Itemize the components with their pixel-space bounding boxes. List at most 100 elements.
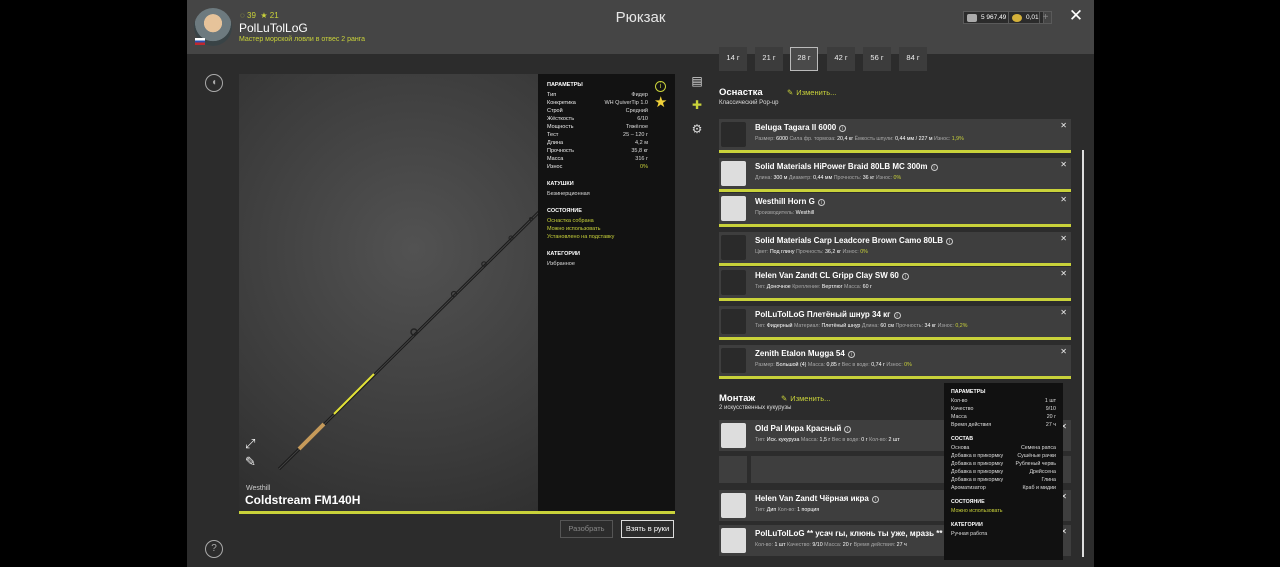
- meta-key: Кол-во: [755, 542, 772, 548]
- info-icon[interactable]: i: [930, 164, 938, 171]
- tip-params-list: Кол-во 1 шт Качество 9/10 Масса 20 г Время дей…: [951, 397, 1056, 429]
- empty-slot[interactable]: [719, 456, 747, 483]
- weight-chip-28[interactable]: 28 г: [790, 47, 818, 71]
- notes-tab-icon[interactable]: ▤: [690, 74, 704, 88]
- tackle-edit-label: Изменить...: [796, 88, 837, 97]
- remove-icon[interactable]: ✕: [1060, 121, 1067, 130]
- tackle-item[interactable]: Solid Materials HiPower Braid 80LB MC 30…: [719, 158, 1071, 192]
- param-value: WH QuiverTip 1.0: [604, 100, 648, 106]
- item-name: Beluga Tagara II 6000 i: [755, 123, 847, 132]
- help-icon[interactable]: ?: [205, 540, 223, 558]
- remove-icon[interactable]: ✕: [1060, 160, 1067, 169]
- take-in-hands-button[interactable]: Взять в руки: [621, 520, 674, 538]
- tip-row: Добавка в прикормку Рубленый червь: [951, 460, 1056, 468]
- meta-value: 0,44 мм: [813, 175, 833, 181]
- remove-icon[interactable]: ✕: [1060, 269, 1067, 278]
- meta-value: 0%: [860, 249, 868, 255]
- item-thumbnail: [721, 423, 746, 448]
- info-icon[interactable]: i: [893, 312, 901, 319]
- rig-subtitle: 2 искусственных кукурузы: [719, 405, 792, 411]
- gear-tab-icon[interactable]: ⚙: [690, 122, 704, 136]
- item-name: Old Pal Икра Красный i: [755, 424, 852, 433]
- meta-key: Производитель: [755, 210, 793, 216]
- item-meta: Размер: 6000 Сила фр. тормоза: 20,4 кг Ё…: [755, 136, 964, 142]
- weight-chip-56[interactable]: 56 г: [863, 47, 891, 71]
- info-icon[interactable]: i: [844, 426, 852, 433]
- scrollbar[interactable]: [1082, 150, 1084, 557]
- meta-key: Масса: [824, 542, 840, 548]
- tip-value: Дрейссена: [1029, 469, 1056, 475]
- info-icon[interactable]: i: [655, 81, 666, 92]
- item-meta: Длина: 300 м Диаметр: 0,44 мм Прочность:…: [755, 175, 902, 181]
- meta-value: 60 г: [862, 284, 872, 290]
- puzzle-tab-icon[interactable]: ✚: [690, 98, 704, 112]
- meta-key: Размер: [755, 136, 774, 142]
- params-heading: ПАРАМЕТРЫ: [547, 82, 583, 88]
- item-meta: Тип: Фидерный Материал: Плетёный шнур Дл…: [755, 323, 968, 329]
- meta-value: Иск. кукуруза: [766, 437, 800, 443]
- item-thumbnail: [721, 122, 746, 147]
- weight-chip-21[interactable]: 21 г: [755, 47, 783, 71]
- remove-icon[interactable]: ✕: [1060, 347, 1067, 356]
- flag-icon: [195, 38, 205, 45]
- tackle-item[interactable]: Westhill Horn Gi Производитель: Westhill …: [719, 193, 1071, 227]
- meta-key: Размер: [755, 362, 774, 368]
- state-on-stand: Установлено на подставку: [547, 234, 615, 240]
- item-thumbnail: [721, 270, 746, 295]
- param-row: Жёсткость 6/10: [547, 115, 666, 123]
- param-value: Фидер: [631, 92, 648, 98]
- tip-row: Качество 9/10: [951, 405, 1056, 413]
- info-icon[interactable]: i: [871, 496, 879, 503]
- expand-icon[interactable]: ⤢: [245, 437, 259, 451]
- info-icon[interactable]: i: [839, 125, 847, 132]
- weight-chip-42[interactable]: 42 г: [827, 47, 855, 71]
- disassemble-button[interactable]: Разобрать: [560, 520, 613, 538]
- durability-bar: [719, 150, 1071, 153]
- param-row: Масса 316 г: [547, 155, 666, 163]
- tip-state-heading: СОСТОЯНИЕ: [951, 499, 985, 505]
- item-name-text: Beluga Tagara II 6000: [755, 123, 837, 132]
- info-icon[interactable]: i: [901, 273, 909, 280]
- add-currency-button[interactable]: +: [1039, 11, 1052, 24]
- tackle-item[interactable]: PolLuTolLoG Плетёный шнур 34 кг i Тип: Фид…: [719, 306, 1071, 340]
- meta-value: 1,5 г: [819, 437, 831, 443]
- info-icon[interactable]: i: [946, 238, 954, 245]
- sound-icon[interactable]: ◖: [205, 74, 223, 92]
- meta-key: Износ: [875, 175, 891, 181]
- meta-key: Ёмкость шпули: [854, 136, 893, 142]
- tip-value: 1 шт: [1044, 398, 1056, 404]
- param-row: Конкретика WH QuiverTip 1.0: [547, 99, 666, 107]
- tip-params-heading: ПАРАМЕТРЫ: [951, 389, 986, 395]
- param-key: Тест: [547, 132, 559, 138]
- item-thumbnail: [721, 235, 746, 260]
- user-title: Мастер морской ловли в отвес 2 ранга: [239, 36, 366, 43]
- param-value: 25 – 120 г: [623, 132, 648, 138]
- close-button[interactable]: ✕: [1067, 6, 1085, 28]
- remove-icon[interactable]: ✕: [1060, 195, 1067, 204]
- info-icon[interactable]: i: [847, 351, 855, 358]
- remove-icon[interactable]: ✕: [1060, 234, 1067, 243]
- edit-icon[interactable]: ✎: [245, 455, 259, 469]
- durability-bar: [719, 376, 1071, 379]
- tackle-item[interactable]: Beluga Tagara II 6000 i Размер: 6000 Сила …: [719, 119, 1071, 153]
- weight-chip-84[interactable]: 84 г: [899, 47, 927, 71]
- info-icon[interactable]: i: [817, 199, 825, 206]
- favorite-star-icon[interactable]: ★: [654, 95, 667, 110]
- param-row: Тест 25 – 120 г: [547, 131, 666, 139]
- durability-bar: [719, 298, 1071, 301]
- item-name: Solid Materials Carp Leadcore Brown Camo…: [755, 236, 954, 245]
- weight-chip-14[interactable]: 14 г: [719, 47, 747, 71]
- tackle-item[interactable]: Zenith Etalon Mugga 54 i Размер: Большой (…: [719, 345, 1071, 379]
- tip-row: Ароматизатор Краб и мидии: [951, 484, 1056, 492]
- param-key: Прочность: [547, 148, 575, 154]
- remove-icon[interactable]: ✕: [1060, 308, 1067, 317]
- rig-edit-button[interactable]: ✎ Изменить...: [781, 394, 830, 403]
- item-name: Solid Materials HiPower Braid 80LB MC 30…: [755, 162, 938, 171]
- tackle-item[interactable]: Helen Van Zandt CL Gripp Clay SW 60 i Тип:…: [719, 267, 1071, 301]
- meta-key: Прочность: [895, 323, 922, 329]
- meta-value: 20 г: [842, 542, 853, 548]
- tackle-item[interactable]: Solid Materials Carp Leadcore Brown Camo…: [719, 232, 1071, 266]
- param-key: Строй: [547, 108, 563, 114]
- tackle-edit-button[interactable]: ✎ Изменить...: [787, 88, 836, 97]
- tip-row: Добавка в прикормку Глина: [951, 476, 1056, 484]
